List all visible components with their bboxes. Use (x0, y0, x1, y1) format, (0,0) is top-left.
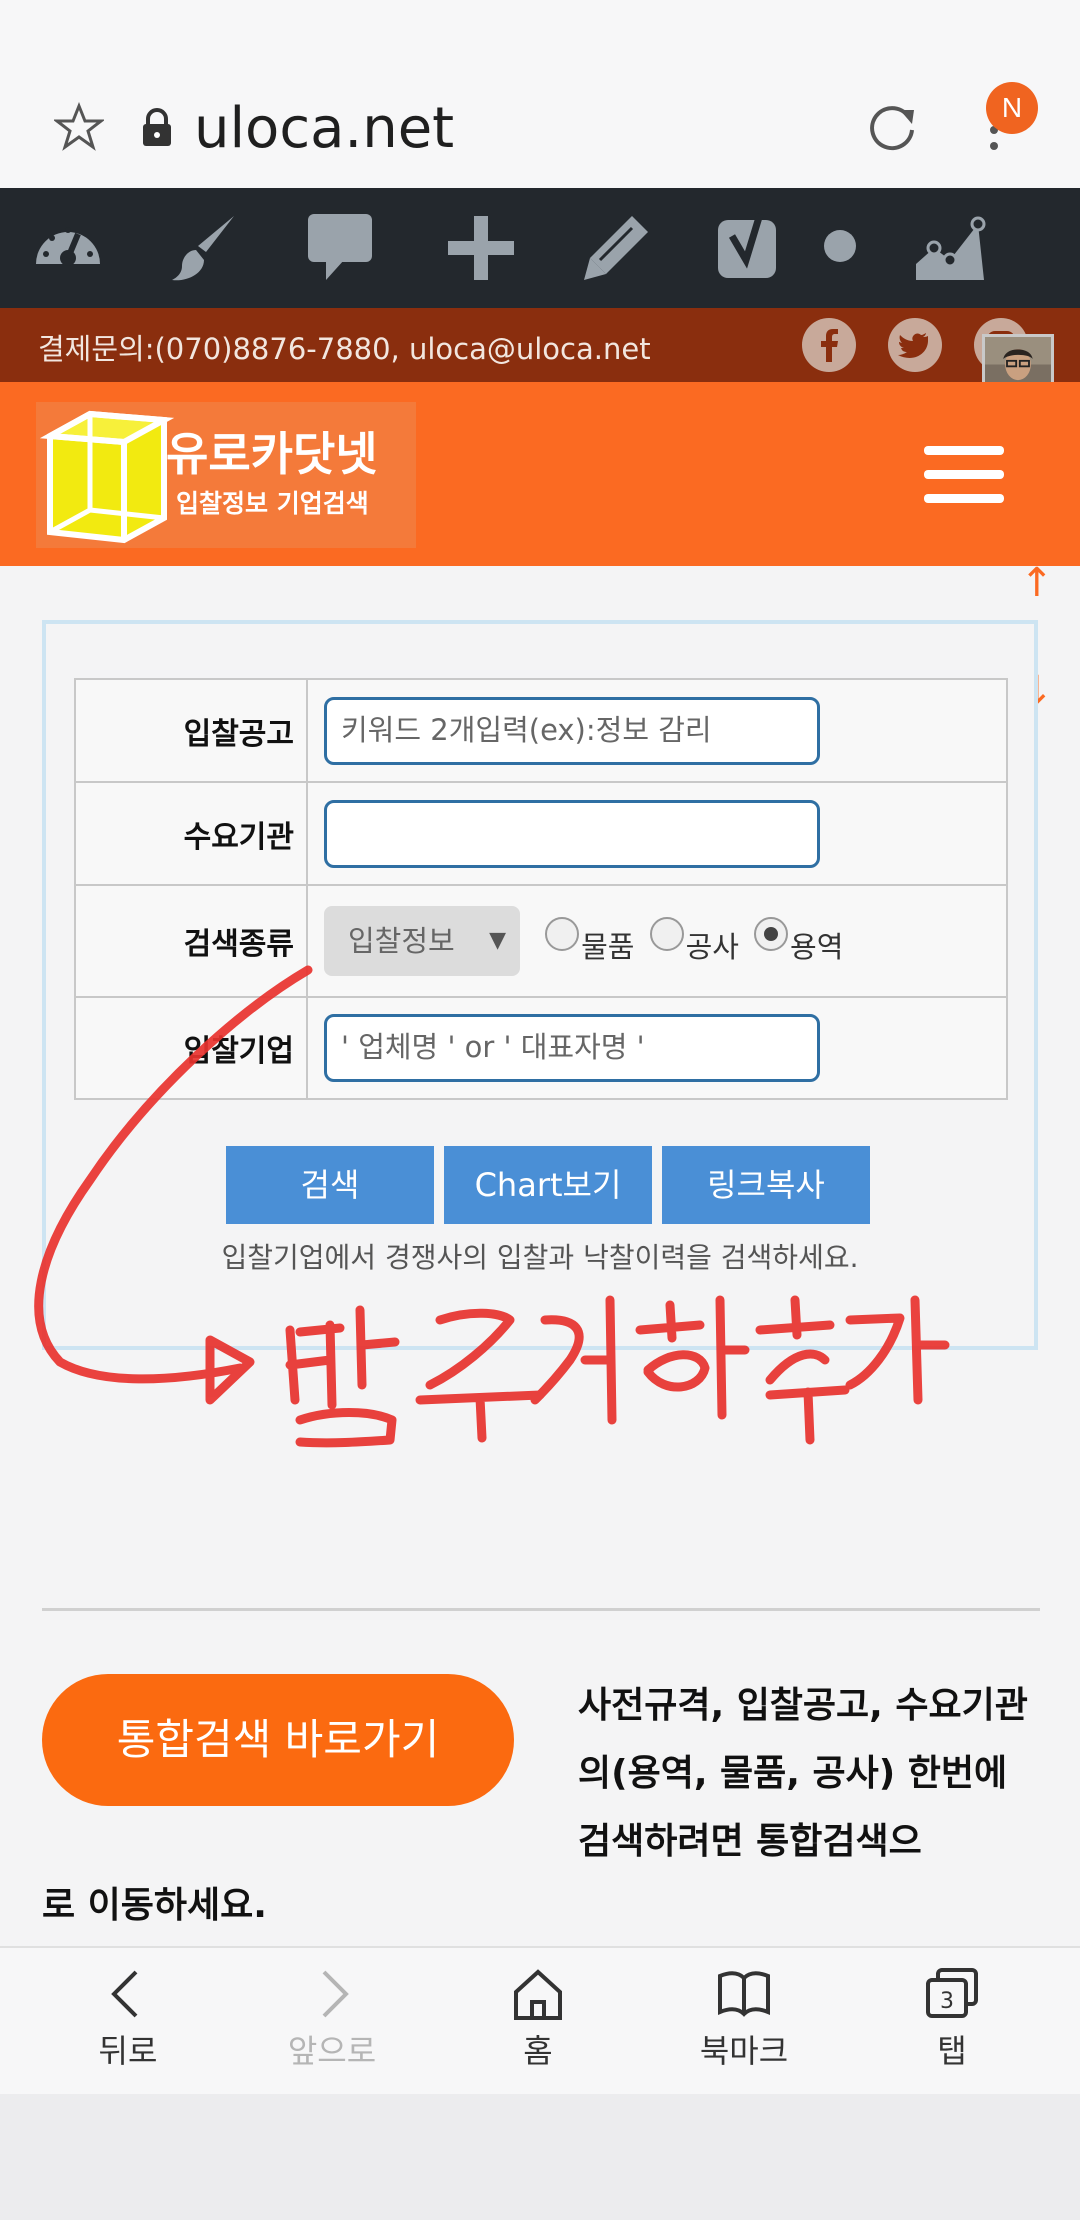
twitter-icon[interactable] (888, 318, 942, 372)
search-button[interactable]: 검색 (226, 1146, 434, 1224)
tabs-button[interactable]: 3 탭 (872, 1966, 1032, 2072)
forward-button[interactable]: 앞으로 (252, 1966, 412, 2072)
demand-agency-label: 수요기관 (74, 781, 308, 886)
bookmarks-button[interactable]: 북마크 (664, 1966, 824, 2072)
book-icon (718, 1971, 770, 2017)
radio-goods-label: 물품 (581, 929, 635, 964)
bidding-company-input[interactable]: ' 업체명 ' or ' 대표자명 ' (324, 1014, 820, 1082)
form-row-demand-agency: 수요기관 (74, 781, 1008, 886)
radio-construction[interactable]: 공사 (649, 916, 739, 966)
form-row-bid-notice: 입찰공고 키워드 2개입력(ex):정보 감리 (74, 678, 1008, 783)
lock-icon (143, 108, 171, 146)
form-row-bidding-company: 입찰기업 ' 업체명 ' or ' 대표자명 ' (74, 996, 1008, 1100)
integrated-search-button[interactable]: 통합검색 바로가기 (42, 1674, 514, 1806)
search-form: 입찰공고 키워드 2개입력(ex):정보 감리 수요기관 검색종류 입찰정보 ▼… (74, 678, 1008, 1100)
facebook-icon[interactable] (802, 318, 856, 372)
contact-bar: 결제문의:(070)8876-7880, uloca@uloca.net (0, 308, 1080, 382)
profile-badge[interactable]: N (986, 82, 1038, 134)
logo-cube-icon (40, 410, 175, 544)
chart-view-button[interactable]: Chart보기 (444, 1146, 652, 1224)
bid-notice-label: 입찰공고 (74, 678, 308, 783)
bid-notice-input[interactable]: 키워드 2개입력(ex):정보 감리 (324, 696, 820, 765)
chevron-down-icon: ▼ (489, 928, 506, 953)
radio-service-label: 용역 (790, 929, 844, 964)
site-logo[interactable]: 유로카닷넷 입찰정보 기업검색 (36, 402, 416, 548)
browser-bottom-nav: 뒤로 앞으로 홈 북마크 3 탭 (0, 1946, 1080, 2094)
url-text[interactable]: uloca.net (194, 96, 454, 161)
tab-count: 3 (940, 1989, 954, 2014)
home-label: 홈 (523, 2032, 553, 2070)
back-button[interactable]: 뒤로 (48, 1966, 208, 2072)
bookmark-star-icon[interactable] (54, 102, 104, 152)
radio-construction-label: 공사 (685, 929, 739, 964)
yoast-icon[interactable] (712, 210, 788, 286)
search-type-select[interactable]: 입찰정보 ▼ (324, 906, 520, 976)
site-header: 유로카닷넷 입찰정보 기업검색 (0, 382, 1080, 566)
plus-icon[interactable] (442, 210, 518, 286)
reload-icon[interactable] (864, 100, 920, 156)
logo-title: 유로카닷넷 (166, 427, 378, 481)
stats-chart-icon[interactable] (912, 210, 988, 286)
forward-label: 앞으로 (287, 2032, 377, 2070)
contact-text: 결제문의:(070)8876-7880, uloca@uloca.net (38, 332, 651, 366)
search-type-label: 검색종류 (74, 884, 308, 998)
copy-link-button[interactable]: 링크복사 (662, 1146, 870, 1224)
status-dot-icon (824, 230, 856, 262)
section-divider (42, 1608, 1040, 1611)
admin-toolbar (0, 188, 1080, 308)
scroll-up-arrow-icon[interactable]: ↑ (1020, 560, 1054, 606)
form-row-search-type: 검색종류 입찰정보 ▼ 물품 공사 용역 (74, 884, 1008, 998)
chevron-left-icon (111, 1970, 138, 2018)
logo-subtitle: 입찰정보 기업검색 (176, 489, 369, 518)
pencil-icon[interactable] (578, 210, 654, 286)
radio-service[interactable]: 용역 (754, 916, 844, 966)
bookmarks-label: 북마크 (699, 2032, 789, 2070)
home-icon (514, 1969, 562, 2020)
tabs-icon: 3 (926, 1968, 978, 2018)
home-button[interactable]: 홈 (458, 1966, 618, 2072)
search-hint: 입찰기업에서 경쟁사의 입찰과 낙찰이력을 검색하세요. (221, 1241, 859, 1274)
dashboard-icon[interactable] (30, 210, 106, 286)
comment-icon[interactable] (302, 210, 378, 286)
brush-icon[interactable] (166, 210, 242, 286)
system-nav-area (0, 2094, 1080, 2220)
chevron-right-icon (322, 1970, 349, 2018)
back-label: 뒤로 (98, 2032, 158, 2070)
hamburger-menu-icon[interactable] (924, 446, 1004, 504)
integrated-search-description-cont: 로 이동하세요. (42, 1885, 267, 1926)
bidding-company-label: 입찰기업 (74, 996, 308, 1100)
browser-url-bar: uloca.net N (0, 0, 1080, 188)
radio-goods[interactable]: 물품 (545, 916, 635, 966)
tabs-label: 탭 (937, 2032, 967, 2070)
integrated-search-description: 사전규격, 입찰공고, 수요기관의(용역, 물품, 공사) 한번에 검색하려면 … (578, 1685, 1028, 1862)
search-type-selected: 입찰정보 (348, 924, 455, 958)
demand-agency-input[interactable] (324, 799, 820, 868)
